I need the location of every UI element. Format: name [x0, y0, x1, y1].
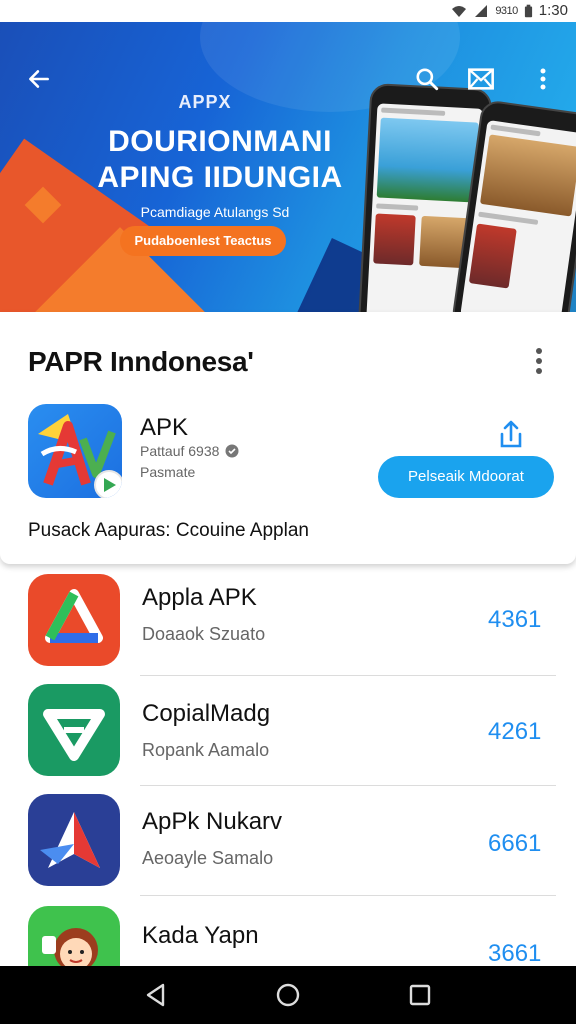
nav-back-button[interactable]	[136, 975, 176, 1015]
nav-home-button[interactable]	[268, 975, 308, 1015]
share-icon	[500, 420, 522, 448]
app-subtitle: Doaaok Szuato	[142, 624, 266, 644]
status-icons: 9310 1:30	[451, 2, 568, 19]
home-circle-icon	[276, 983, 300, 1007]
arrow-left-icon	[29, 70, 49, 88]
search-icon	[416, 68, 439, 91]
screen-line	[381, 107, 445, 116]
app-rating: 4261	[488, 718, 542, 745]
app-name: Appla APK	[142, 584, 257, 611]
recents-square-icon	[409, 984, 431, 1006]
status-signal-text: 9310	[495, 4, 518, 17]
featured-title: PAPR Inndonesa'	[28, 346, 254, 377]
triangle-logo-icon	[45, 589, 103, 643]
app-list-item[interactable]: ApPk Nukarv Aeoayle Samalo 6661	[0, 786, 576, 896]
screen-image	[479, 134, 576, 217]
screen-line	[376, 203, 419, 211]
system-nav-bar	[0, 966, 576, 1024]
app-subtitle: Aeoayle Samalo	[142, 848, 274, 868]
phone-screen	[460, 119, 576, 312]
app-icon-1	[28, 574, 120, 666]
triangle-logo-icon	[43, 709, 105, 761]
share-button[interactable]	[494, 418, 528, 452]
app-list-item[interactable]: Appla APK Doaaok Szuato 4361	[0, 566, 576, 676]
featured-app-category: Pasmate	[140, 464, 196, 480]
app-icon-3	[28, 794, 120, 886]
signal-icon	[475, 4, 488, 17]
featured-app-developer: Pattauf 6938	[140, 443, 220, 459]
mail-icon	[468, 68, 494, 90]
screen-image	[468, 223, 517, 289]
screen-image	[373, 213, 416, 266]
search-button[interactable]	[410, 62, 444, 96]
status-time: 1:30	[538, 2, 568, 19]
more-vertical-icon	[540, 68, 546, 90]
screen-line	[478, 211, 539, 225]
nav-recents-button[interactable]	[400, 975, 440, 1015]
app-rating: 6661	[488, 830, 542, 857]
more-options-button[interactable]	[526, 62, 560, 96]
verified-icon	[225, 444, 239, 458]
install-button[interactable]: Pelseaik Mdoorat	[378, 456, 554, 498]
featured-app-name: APK	[140, 414, 189, 441]
more-vertical-icon	[536, 348, 542, 374]
mail-button[interactable]	[464, 62, 498, 96]
play-badge-icon	[94, 470, 122, 498]
app-rating: 4361	[488, 606, 542, 633]
featured-app-icon[interactable]	[28, 404, 122, 498]
banner-cta-button[interactable]: Pudaboenlest Teactus	[120, 226, 286, 256]
arrow-logo-icon	[40, 812, 100, 868]
featured-app-meta: Pattauf 6938	[140, 443, 239, 459]
status-bar: 9310 1:30	[0, 0, 576, 22]
back-triangle-icon	[146, 983, 165, 1007]
app-rating: 3661	[488, 940, 542, 967]
banner-brand: APPX	[178, 92, 232, 112]
app-icon-2	[28, 684, 120, 776]
featured-more-button[interactable]	[526, 346, 552, 376]
app-subtitle: Ropank Aamalo	[142, 740, 270, 760]
featured-caption: Pusack Aapuras: Ccouine Applan	[28, 520, 309, 541]
battery-icon	[524, 4, 532, 17]
wifi-icon	[452, 5, 467, 17]
hero-banner[interactable]: APPX DOURIONMANI APING IIDUNGIA Pcamdiag…	[0, 22, 576, 312]
app-list-item[interactable]: CopialMadg Ropank Aamalo 4261	[0, 676, 576, 786]
app-name: ApPk Nukarv	[142, 808, 283, 835]
app-name: Kada Yapn	[142, 922, 259, 949]
screen-image	[376, 117, 479, 203]
back-button[interactable]	[22, 62, 56, 96]
app-name: CopialMadg	[142, 700, 271, 727]
